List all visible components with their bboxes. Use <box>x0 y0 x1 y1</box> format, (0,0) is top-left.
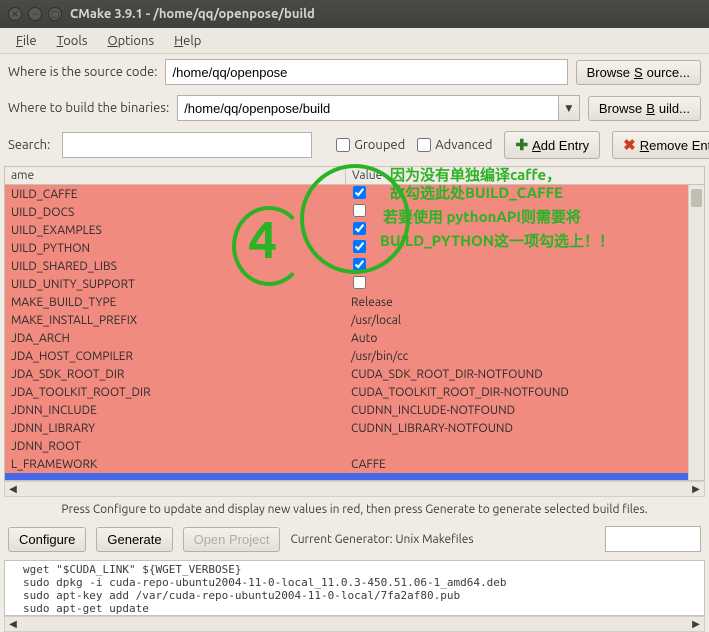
close-icon[interactable]: ✕ <box>8 7 22 21</box>
build-label: Where to build the binaries: <box>8 101 169 115</box>
open-project-button: Open Project <box>183 527 281 552</box>
titlebar: ✕ – ▢ CMake 3.9.1 - /home/qq/openpose/bu… <box>0 0 709 28</box>
vertical-scrollbar[interactable] <box>688 185 704 480</box>
table-row[interactable]: JDA_ARCHAuto <box>5 329 688 347</box>
col-name-header[interactable]: ame <box>5 167 345 184</box>
value-checkbox[interactable] <box>353 186 366 199</box>
cell-value[interactable]: /usr/bin/cc <box>345 350 688 363</box>
table-row[interactable]: JDNN_ROOT <box>5 437 688 455</box>
cell-name: JDA_TOOLKIT_ROOT_DIR <box>5 386 345 399</box>
cell-name: L_FRAMEWORK <box>5 458 345 471</box>
cell-value[interactable]: Auto <box>345 332 688 345</box>
menu-help[interactable]: Help <box>166 31 209 51</box>
table-row[interactable]: JDNN_INCLUDECUDNN_INCLUDE-NOTFOUND <box>5 401 688 419</box>
cell-name: MAKE_BUILD_TYPE <box>5 296 345 309</box>
menu-file[interactable]: File <box>8 31 45 51</box>
cell-value[interactable] <box>345 258 688 274</box>
table-row[interactable]: UILD_PYTHON <box>5 239 688 257</box>
value-checkbox[interactable] <box>353 204 366 217</box>
value-checkbox[interactable] <box>353 258 366 271</box>
cell-name: JDNN_ROOT <box>5 440 345 453</box>
cell-name: UILD_UNITY_SUPPORT <box>5 278 345 291</box>
generator-label: Current Generator: Unix Makefiles <box>290 533 473 546</box>
log-horizontal-scrollbar[interactable]: ◀ ▶ <box>4 616 705 632</box>
generate-button[interactable]: Generate <box>96 527 172 552</box>
window-title: CMake 3.9.1 - /home/qq/openpose/build <box>70 7 315 21</box>
cell-name: JDNN_INCLUDE <box>5 404 345 417</box>
cell-name: UILD_SHARED_LIBS <box>5 260 345 273</box>
source-input[interactable] <box>165 59 567 85</box>
source-label: Where is the source code: <box>8 65 157 79</box>
table-row[interactable]: MAKE_INSTALL_PREFIX/usr/local <box>5 311 688 329</box>
value-checkbox[interactable] <box>353 222 366 235</box>
col-value-header[interactable]: Value <box>345 167 704 184</box>
search-label: Search: <box>8 138 50 152</box>
cell-value[interactable] <box>345 240 688 256</box>
minimize-icon[interactable]: – <box>28 7 42 21</box>
table-row[interactable]: JDA_SDK_ROOT_DIRCUDA_SDK_ROOT_DIR-NOTFOU… <box>5 365 688 383</box>
table-horizontal-scrollbar[interactable]: ◀ ▶ <box>4 481 705 497</box>
cell-name: UILD_CAFFE <box>5 188 345 201</box>
cell-value[interactable]: /usr/local <box>345 314 688 327</box>
menubar: File Tools Options Help <box>0 28 709 54</box>
cell-value[interactable]: Release <box>345 296 688 309</box>
advanced-checkbox[interactable]: Advanced <box>417 138 492 152</box>
table-row[interactable]: JDNN_LIBRARYCUDNN_LIBRARY-NOTFOUND <box>5 419 688 437</box>
table-row[interactable]: JDA_TOOLKIT_ROOT_DIRCUDA_TOOLKIT_ROOT_DI… <box>5 383 688 401</box>
table-row[interactable]: JDA_HOST_COMPILER/usr/bin/cc <box>5 347 688 365</box>
cell-value[interactable] <box>345 204 688 220</box>
chevron-down-icon[interactable]: ▼ <box>558 95 580 121</box>
grouped-checkbox[interactable]: Grouped <box>336 138 405 152</box>
plus-icon: ✚ <box>515 136 528 154</box>
configure-button[interactable]: Configure <box>8 527 86 552</box>
table-row[interactable]: L_FRAMEWORKCAFFE <box>5 455 688 473</box>
cache-table: ame Value UILD_CAFFE UILD_DOCS UILD_EXAMPL… <box>4 166 705 481</box>
generator-input[interactable] <box>605 526 701 552</box>
value-checkbox[interactable] <box>353 276 366 289</box>
table-row[interactable]: UILD_UNITY_SUPPORT <box>5 275 688 293</box>
table-row[interactable]: MAKE_BUILD_TYPERelease <box>5 293 688 311</box>
value-checkbox[interactable] <box>353 240 366 253</box>
search-input[interactable] <box>62 132 312 158</box>
cell-name: JDA_SDK_ROOT_DIR <box>5 368 345 381</box>
add-entry-button[interactable]: ✚ Add Entry <box>504 131 600 159</box>
cell-name: JDNN_LIBRARY <box>5 422 345 435</box>
browse-build-button[interactable]: Browse Build... <box>588 96 701 121</box>
cell-name: UILD_PYTHON <box>5 242 345 255</box>
build-input[interactable] <box>177 95 558 121</box>
hint-text: Press Configure to update and display ne… <box>0 497 709 522</box>
table-row[interactable]: UILD_CAFFE <box>5 185 688 203</box>
cell-name: MAKE_INSTALL_PREFIX <box>5 314 345 327</box>
cell-value[interactable]: CUDNN_LIBRARY-NOTFOUND <box>345 422 688 435</box>
cell-value[interactable]: CUDNN_INCLUDE-NOTFOUND <box>345 404 688 417</box>
table-row[interactable]: UILD_SHARED_LIBS <box>5 257 688 275</box>
cell-name: JDA_ARCH <box>5 332 345 345</box>
menu-options[interactable]: Options <box>99 31 162 51</box>
remove-entry-button[interactable]: ✖ Remove Entry <box>612 131 709 159</box>
cell-value[interactable]: CUDA_TOOLKIT_ROOT_DIR-NOTFOUND <box>345 386 688 399</box>
cell-value[interactable] <box>345 222 688 238</box>
cell-value[interactable] <box>345 186 688 202</box>
maximize-icon[interactable]: ▢ <box>48 7 62 21</box>
cell-name: UILD_EXAMPLES <box>5 224 345 237</box>
table-row[interactable]: UILD_DOCS <box>5 203 688 221</box>
browse-source-button[interactable]: Browse Source... <box>576 60 701 85</box>
cell-value[interactable]: CAFFE <box>345 458 688 471</box>
log-output: wget "$CUDA_LINK" ${WGET_VERBOSE} sudo d… <box>4 560 705 616</box>
menu-tools[interactable]: Tools <box>49 31 96 51</box>
table-row[interactable]: UILD_EXAMPLES <box>5 221 688 239</box>
cell-name: JDA_HOST_COMPILER <box>5 350 345 363</box>
cell-name: UILD_DOCS <box>5 206 345 219</box>
cell-value[interactable] <box>345 276 688 292</box>
table-row-selected[interactable] <box>5 473 688 480</box>
x-icon: ✖ <box>623 136 636 154</box>
cell-value[interactable]: CUDA_SDK_ROOT_DIR-NOTFOUND <box>345 368 688 381</box>
